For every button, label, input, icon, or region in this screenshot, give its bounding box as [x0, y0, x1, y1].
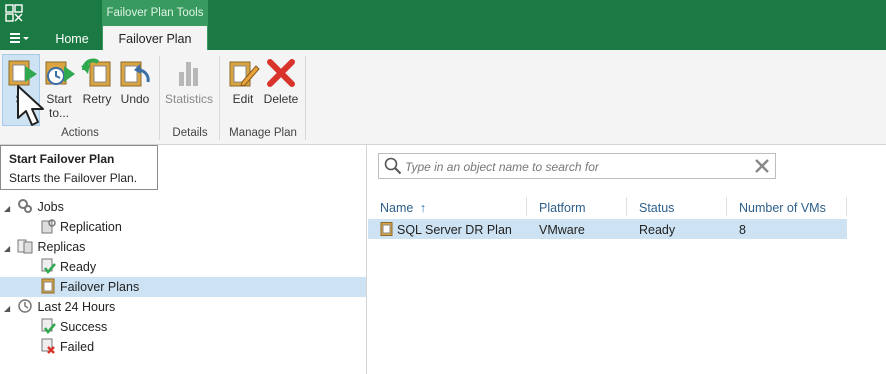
ready-icon [41, 258, 56, 274]
column-divider[interactable] [526, 197, 527, 216]
group-label-details: Details [172, 127, 208, 139]
hamburger-menu-icon [10, 33, 29, 43]
nav-item-label: Replication [60, 220, 122, 234]
search-placeholder: Type in an object name to search for [405, 160, 599, 174]
column-header-number-of-vms[interactable]: Number of VMs [739, 201, 826, 215]
app-logo-icon [5, 4, 23, 22]
retry-label: Retry [82, 92, 112, 106]
nav-item-label: Ready [60, 260, 97, 274]
cell-status: Ready [639, 223, 676, 237]
tooltip-description: Starts the Failover Plan. [9, 171, 138, 185]
nav-item-ready[interactable]: Ready [0, 257, 366, 277]
jobs-icon [18, 199, 33, 213]
undo-button[interactable]: Undo [116, 56, 154, 106]
collapse-triangle-icon[interactable]: ◢ [4, 199, 14, 219]
nav-item-success[interactable]: Success [0, 317, 366, 337]
nav-item-label: Success [60, 320, 108, 334]
nav-item-label: Failed [60, 340, 95, 354]
delete-label: Delete [263, 92, 299, 106]
ribbon-group-separator [219, 56, 220, 140]
nav-item-replicas[interactable]: ◢ Replicas [0, 237, 366, 257]
tooltip-title: Start Failover Plan [9, 152, 115, 166]
column-header-platform[interactable]: Platform [539, 201, 586, 215]
ribbon-group-separator [305, 56, 306, 140]
failover-plan-icon [380, 222, 393, 236]
tooltip: Start Failover Plan Starts the Failover … [0, 145, 158, 190]
replicas-icon [17, 239, 33, 254]
nav-item-failover-plans[interactable]: Failover Plans [0, 277, 366, 297]
undo-icon [120, 61, 150, 87]
undo-label: Undo [120, 92, 150, 106]
delete-button[interactable]: Delete [262, 56, 300, 106]
nav-item-label: Failover Plans [60, 280, 140, 294]
last-24-hours-icon [18, 299, 33, 313]
group-label-actions: Actions [61, 127, 99, 139]
ribbon-group-separator [159, 56, 160, 140]
tab-home[interactable]: Home [44, 26, 100, 50]
nav-item-jobs[interactable]: ◢ Jobs [0, 197, 366, 217]
nav-item-label: Replicas [37, 240, 86, 254]
retry-icon [81, 58, 111, 87]
edit-button[interactable]: Edit [224, 56, 262, 106]
edit-label: Edit [232, 92, 254, 106]
failed-icon [41, 338, 55, 354]
clear-search-icon[interactable] [752, 156, 772, 176]
edit-icon [229, 61, 260, 87]
nav-item-replication[interactable]: Replication [0, 217, 366, 237]
nav-item-label: Last 24 Hours [37, 300, 116, 314]
delete-icon [267, 59, 295, 87]
collapse-triangle-icon[interactable]: ◢ [4, 239, 14, 259]
failover-plan-icon [41, 278, 55, 294]
column-divider[interactable] [626, 197, 627, 216]
sort-ascending-icon: ↑ [419, 201, 427, 215]
column-header-name[interactable]: Name ↑ [380, 201, 426, 215]
retry-button[interactable]: Retry [78, 56, 116, 106]
search-icon [384, 157, 402, 175]
main-menu-button[interactable] [6, 27, 32, 49]
statistics-label: Statistics [164, 92, 213, 106]
context-tab-group-label: Failover Plan Tools [102, 0, 208, 26]
cell-platform: VMware [539, 223, 585, 237]
cell-name: SQL Server DR Plan [397, 223, 512, 237]
column-header-status[interactable]: Status [639, 201, 674, 215]
column-header-label: Name [380, 201, 414, 215]
column-divider[interactable] [726, 197, 727, 216]
success-icon [41, 318, 56, 334]
replication-icon [41, 219, 56, 234]
cell-number-of-vms: 8 [739, 223, 746, 237]
mouse-cursor-icon [17, 85, 44, 126]
statistics-icon [179, 62, 198, 86]
tab-failover-plan[interactable]: Failover Plan [103, 26, 207, 51]
start-to-icon [45, 61, 75, 85]
column-divider[interactable] [846, 197, 847, 216]
nav-item-failed[interactable]: Failed [0, 337, 366, 357]
nav-item-last-24-hours[interactable]: ◢ Last 24 Hours [0, 297, 366, 317]
nav-item-label: Jobs [37, 200, 64, 214]
statistics-button[interactable]: Statistics [162, 56, 216, 106]
collapse-triangle-icon[interactable]: ◢ [4, 299, 14, 319]
group-label-manage-plan: Manage Plan [229, 127, 297, 139]
nav-tree-list: ◢ Jobs Replication ◢ Replicas Ready Fail… [0, 197, 366, 357]
